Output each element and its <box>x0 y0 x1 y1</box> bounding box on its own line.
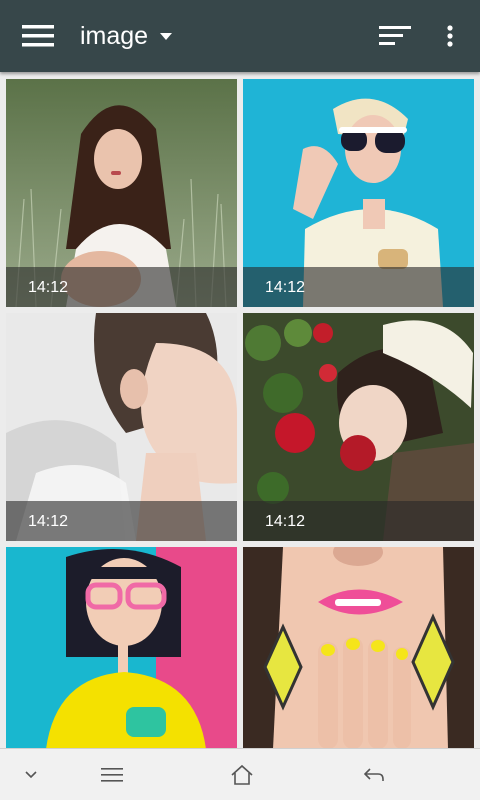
chevron-down-icon[interactable] <box>14 755 48 795</box>
photo-tile[interactable]: 14:12 <box>6 79 237 307</box>
photo-time: 14:12 <box>265 513 306 530</box>
album-title: image <box>80 21 149 50</box>
back-icon[interactable] <box>354 755 394 795</box>
sort-lines-icon[interactable] <box>370 16 420 56</box>
photo-tile[interactable] <box>243 547 474 749</box>
app-bar: image <box>0 0 480 72</box>
photo-time: 14:12 <box>28 279 69 296</box>
photo-tile[interactable] <box>6 547 237 749</box>
system-nav-bar <box>0 748 480 800</box>
photo-tile[interactable]: 14:12 <box>243 79 474 307</box>
album-selector[interactable]: image <box>80 20 173 52</box>
photo-tile[interactable]: 14:12 <box>243 313 474 541</box>
photo-grid: 14:12 14:12 14:12 14:12 <box>6 79 476 749</box>
photo-thumbnail <box>243 547 474 749</box>
photo-tile[interactable]: 14:12 <box>6 313 237 541</box>
more-vert-icon[interactable] <box>430 16 470 56</box>
photo-time: 14:12 <box>265 279 306 296</box>
menu-icon[interactable] <box>92 755 132 795</box>
photo-thumbnail <box>6 547 237 749</box>
caret-down-icon <box>160 32 173 40</box>
home-icon[interactable] <box>222 755 262 795</box>
hamburger-menu-icon[interactable] <box>10 14 66 58</box>
photo-time: 14:12 <box>28 513 69 530</box>
